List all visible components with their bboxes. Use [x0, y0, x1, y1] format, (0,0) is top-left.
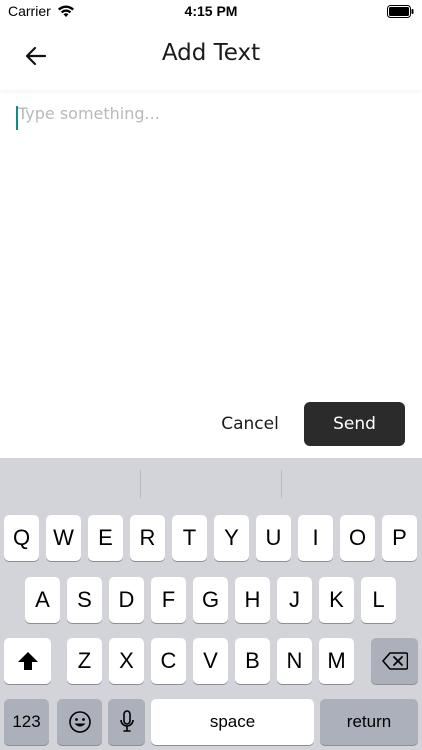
clock: 4:15 PM: [184, 3, 238, 19]
key-k[interactable]: K: [319, 577, 354, 623]
backspace-key[interactable]: [371, 638, 418, 684]
key-v[interactable]: V: [193, 638, 228, 684]
key-b[interactable]: B: [235, 638, 270, 684]
space-key[interactable]: space: [151, 699, 314, 745]
battery-icon: [387, 5, 414, 18]
key-n[interactable]: N: [277, 638, 312, 684]
keyboard: Q W E R T Y U I O P A S D F G H J K L Z …: [0, 458, 422, 750]
page-title: Add Text: [161, 40, 261, 66]
key-t[interactable]: T: [172, 515, 207, 561]
key-p[interactable]: P: [382, 515, 417, 561]
add-text-screen: Carrier 4:15 PM Add Text Cancel Send: [0, 0, 422, 750]
key-g[interactable]: G: [193, 577, 228, 623]
app-header: Add Text: [0, 24, 422, 90]
text-input-container: [14, 100, 408, 380]
key-x[interactable]: X: [109, 638, 144, 684]
text-caret: [16, 106, 18, 130]
suggestion-divider: [281, 470, 282, 498]
key-l[interactable]: L: [361, 577, 396, 623]
key-a[interactable]: A: [25, 577, 60, 623]
key-c[interactable]: C: [151, 638, 186, 684]
key-h[interactable]: H: [235, 577, 270, 623]
key-j[interactable]: J: [277, 577, 312, 623]
key-w[interactable]: W: [46, 515, 81, 561]
key-y[interactable]: Y: [214, 515, 249, 561]
cancel-button[interactable]: Cancel: [204, 402, 296, 446]
microphone-icon: [119, 710, 134, 732]
shift-key[interactable]: [4, 638, 51, 684]
send-button[interactable]: Send: [304, 402, 405, 446]
dictation-key[interactable]: [108, 699, 145, 745]
status-bar: Carrier 4:15 PM: [0, 0, 422, 24]
key-u[interactable]: U: [256, 515, 291, 561]
suggestion-divider: [140, 470, 141, 498]
emoji-icon: [68, 711, 91, 733]
key-z[interactable]: Z: [67, 638, 102, 684]
text-input[interactable]: [14, 100, 408, 380]
key-q[interactable]: Q: [4, 515, 39, 561]
backspace-icon: [381, 652, 408, 670]
numbers-key[interactable]: 123: [4, 699, 49, 745]
key-e[interactable]: E: [88, 515, 123, 561]
return-key[interactable]: return: [320, 699, 418, 745]
key-i[interactable]: I: [298, 515, 333, 561]
emoji-key[interactable]: [57, 699, 102, 745]
key-m[interactable]: M: [319, 638, 354, 684]
key-d[interactable]: D: [109, 577, 144, 623]
key-o[interactable]: O: [340, 515, 375, 561]
shift-arrow-icon: [17, 652, 38, 670]
key-s[interactable]: S: [67, 577, 102, 623]
suggestion-bar: [0, 458, 422, 502]
key-f[interactable]: F: [151, 577, 186, 623]
key-r[interactable]: R: [130, 515, 165, 561]
